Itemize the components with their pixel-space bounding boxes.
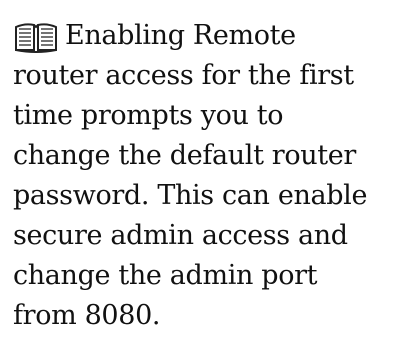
note-line-1: Enabling Remote [13, 16, 389, 56]
note-line-5: password. This can enable [13, 180, 368, 211]
note-line-6: secure admin access and [13, 220, 348, 251]
note-line-2: router access for the first [13, 60, 354, 91]
note-line-8: from 8080. [13, 300, 161, 331]
note-line-1-text: Enabling Remote [65, 20, 296, 51]
note-line-3: time prompts you to [13, 100, 284, 131]
note-line-7: change the admin port [13, 260, 318, 291]
book-icon [15, 23, 57, 53]
note-line-4: change the default router [13, 140, 356, 171]
note-text-block: Enabling Remote router access for the fi… [13, 16, 389, 336]
